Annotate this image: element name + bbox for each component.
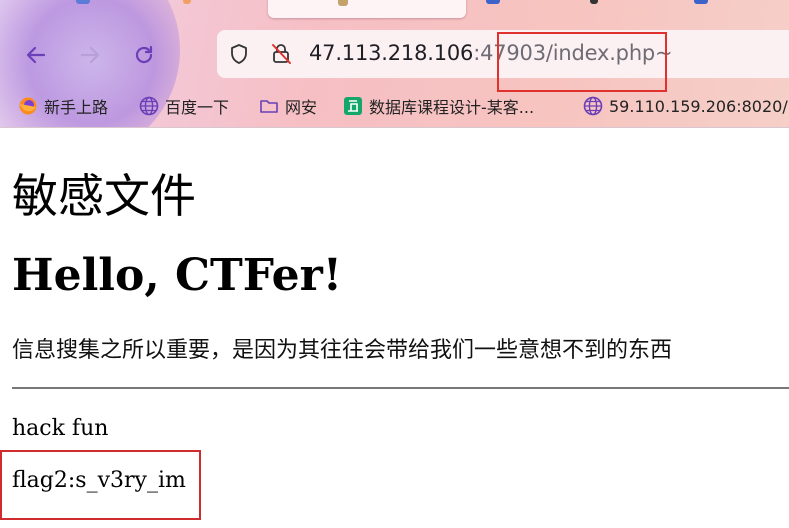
toolbar-divider [0, 127, 789, 128]
intro-paragraph: 信息搜集之所以重要，是因为其往往会带给我们一些意想不到的东西 [12, 338, 673, 363]
bookmark-label: 网安 [285, 98, 318, 117]
folder-icon [259, 96, 279, 116]
tab-favicon[interactable] [694, 0, 708, 4]
tab-favicon[interactable] [183, 0, 191, 4]
forward-button[interactable] [73, 38, 107, 72]
active-tab[interactable] [268, 0, 466, 18]
reload-button[interactable] [127, 38, 161, 72]
reload-icon [135, 45, 153, 64]
tab-favicon[interactable] [76, 0, 90, 4]
navigation-bar: 47.113.218.106:47903/index.php~ [0, 26, 789, 84]
bookmark-folder[interactable]: 网安 [259, 94, 317, 118]
bookmark-label: 百度一下 [165, 98, 230, 117]
tab-strip [0, 0, 789, 22]
browser-chrome: 47.113.218.106:47903/index.php~ 新手上路 百度一… [0, 0, 789, 128]
globe-icon [583, 96, 603, 116]
horizontal-rule [12, 387, 789, 389]
bookmark-item[interactable]: 数据库课程设计-某客... [343, 94, 534, 118]
back-arrow-icon [26, 46, 46, 64]
flag-highlight-box [0, 450, 201, 520]
bookmarks-toolbar: 新手上路 百度一下 网安 数据库课程设计-某客... 59.110.159.20… [0, 88, 789, 126]
insecure-lock-icon[interactable] [269, 42, 293, 70]
hack-text: hack fun [12, 416, 109, 441]
shield-icon[interactable] [227, 42, 251, 70]
site-icon [343, 96, 363, 116]
firefox-icon [18, 96, 38, 116]
forward-arrow-icon [80, 46, 100, 64]
tab-favicon [338, 0, 348, 6]
globe-icon [139, 96, 159, 116]
url-host: 47.113.218.106 [309, 41, 474, 65]
bookmark-item[interactable]: 新手上路 [18, 94, 108, 118]
bookmark-label: 新手上路 [44, 98, 109, 117]
bookmark-label: 数据库课程设计-某客... [369, 98, 535, 117]
url-highlight-box [497, 32, 667, 92]
greeting-heading: Hello, CTFer! [12, 250, 343, 301]
bookmark-label: 59.110.159.206:8020/ [609, 96, 788, 116]
bookmark-item[interactable]: 59.110.159.206:8020/ [583, 94, 788, 118]
tab-favicon[interactable] [590, 0, 598, 4]
tab-favicon[interactable] [486, 0, 500, 4]
bookmark-item[interactable]: 百度一下 [139, 94, 229, 118]
back-button[interactable] [19, 38, 53, 72]
page-title: 敏感文件 [12, 169, 196, 223]
